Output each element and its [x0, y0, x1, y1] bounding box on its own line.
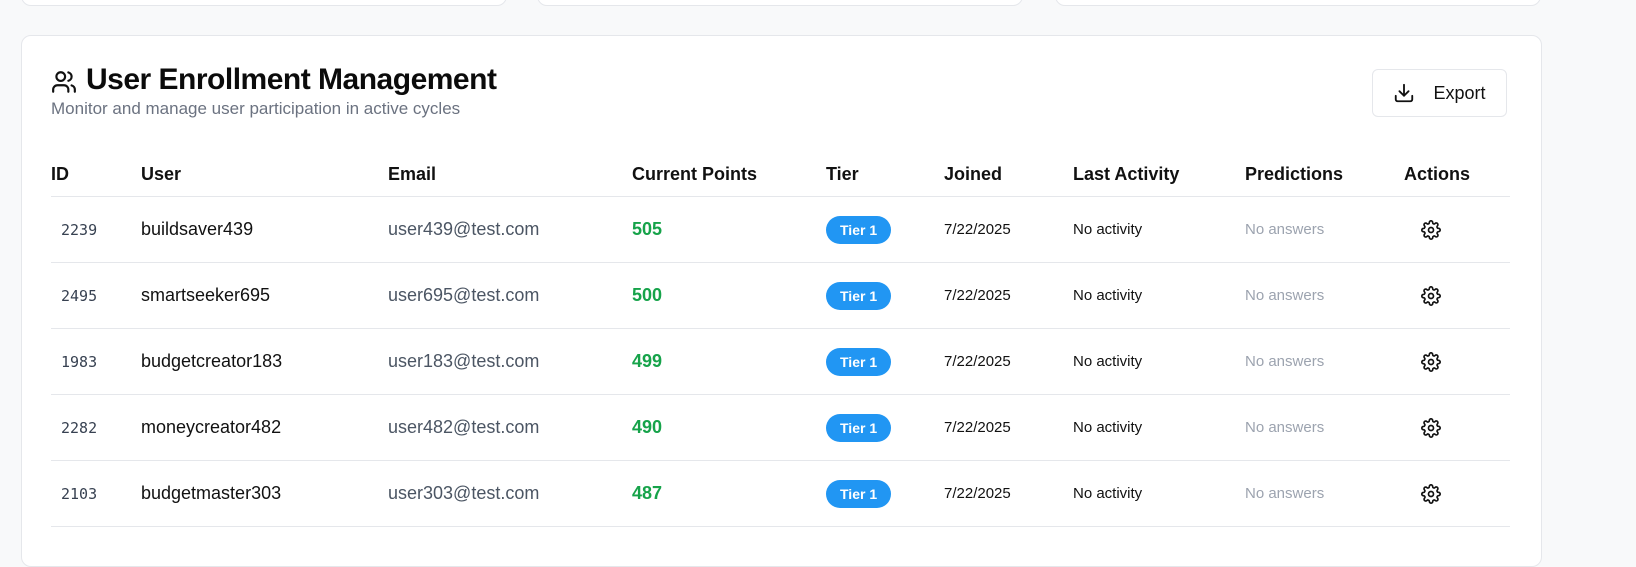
column-header-email: Email [388, 153, 632, 197]
cell-id: 1983 [51, 328, 141, 395]
column-header-last-activity: Last Activity [1073, 153, 1245, 197]
cell-email: user183@test.com [388, 328, 632, 395]
column-header-joined: Joined [944, 153, 1073, 197]
summary-card [21, 0, 507, 6]
cell-email: user482@test.com [388, 394, 632, 461]
cell-email: user439@test.com [388, 196, 632, 263]
table-row: 2103 budgetmaster303 user303@test.com 487 Ti… [51, 460, 1510, 527]
enrollment-table: ID User Email Current Points Tier Joined… [51, 153, 1510, 527]
gear-icon[interactable] [1421, 417, 1441, 438]
cell-tier: Tier 1 [826, 196, 944, 263]
gear-icon[interactable] [1421, 483, 1441, 504]
tier-badge: Tier 1 [826, 413, 892, 442]
cell-predictions: No answers [1245, 460, 1404, 527]
table-header-row: ID User Email Current Points Tier Joined… [51, 153, 1510, 197]
column-header-predictions: Predictions [1245, 153, 1404, 197]
tier-badge: Tier 1 [826, 347, 892, 376]
tier-badge: Tier 1 [826, 215, 892, 244]
table-row: 2495 smartseeker695 user695@test.com 500 Tie… [51, 262, 1510, 329]
cell-joined: 7/22/2025 [944, 394, 1073, 461]
gear-icon[interactable] [1421, 285, 1441, 306]
cell-points: 499 [632, 328, 826, 395]
gear-icon[interactable] [1421, 219, 1441, 240]
column-header-id: ID [51, 153, 141, 197]
cell-tier: Tier 1 [826, 328, 944, 395]
cell-last-activity: No activity [1073, 262, 1245, 329]
cell-user: smartseeker695 [141, 262, 388, 329]
cell-points: 500 [632, 262, 826, 329]
cell-last-activity: No activity [1073, 394, 1245, 461]
cell-actions [1404, 460, 1510, 527]
cell-last-activity: No activity [1073, 328, 1245, 395]
download-icon [1395, 83, 1414, 103]
cell-tier: Tier 1 [826, 262, 944, 329]
export-label: Export [1433, 82, 1486, 103]
cell-email: user695@test.com [388, 262, 632, 329]
gear-icon[interactable] [1421, 351, 1441, 372]
cell-user: budgetmaster303 [141, 460, 388, 527]
column-header-points: Current Points [632, 153, 826, 197]
table-row: 1983 budgetcreator183 user183@test.com 499 T… [51, 328, 1510, 395]
cell-predictions: No answers [1245, 394, 1404, 461]
cell-points: 490 [632, 394, 826, 461]
users-icon [52, 71, 76, 93]
page-title: User Enrollment Management [86, 63, 497, 96]
cell-user: moneycreator482 [141, 394, 388, 461]
cell-actions [1404, 262, 1510, 329]
cell-joined: 7/22/2025 [944, 196, 1073, 263]
table-row: 2282 moneycreator482 user482@test.com 490 Ti… [51, 394, 1510, 461]
cell-joined: 7/22/2025 [944, 460, 1073, 527]
cell-predictions: No answers [1245, 262, 1404, 329]
cell-user: budgetcreator183 [141, 328, 388, 395]
cell-tier: Tier 1 [826, 394, 944, 461]
cell-tier: Tier 1 [826, 460, 944, 527]
column-header-actions: Actions [1404, 153, 1510, 197]
column-header-user: User [141, 153, 388, 197]
cell-id: 2239 [51, 196, 141, 263]
cell-last-activity: No activity [1073, 460, 1245, 527]
summary-card [537, 0, 1023, 6]
cell-id: 2282 [51, 394, 141, 461]
table-row: 2239 buildsaver439 user439@test.com 505 Tier… [51, 196, 1510, 263]
tier-badge: Tier 1 [826, 281, 892, 310]
cell-user: buildsaver439 [141, 196, 388, 263]
cell-actions [1404, 196, 1510, 263]
cell-id: 2103 [51, 460, 141, 527]
cell-points: 487 [632, 460, 826, 527]
cell-joined: 7/22/2025 [944, 328, 1073, 395]
cell-predictions: No answers [1245, 328, 1404, 395]
cell-joined: 7/22/2025 [944, 262, 1073, 329]
cell-email: user303@test.com [388, 460, 632, 527]
export-button[interactable]: Export [1372, 69, 1507, 117]
cell-predictions: No answers [1245, 196, 1404, 263]
column-header-tier: Tier [826, 153, 944, 197]
cell-actions [1404, 394, 1510, 461]
cell-last-activity: No activity [1073, 196, 1245, 263]
summary-card [1055, 0, 1541, 6]
page-subtitle: Monitor and manage user participation in… [51, 99, 461, 118]
cell-points: 505 [632, 196, 826, 263]
cell-actions [1404, 328, 1510, 395]
cell-id: 2495 [51, 262, 141, 329]
tier-badge: Tier 1 [826, 479, 892, 508]
